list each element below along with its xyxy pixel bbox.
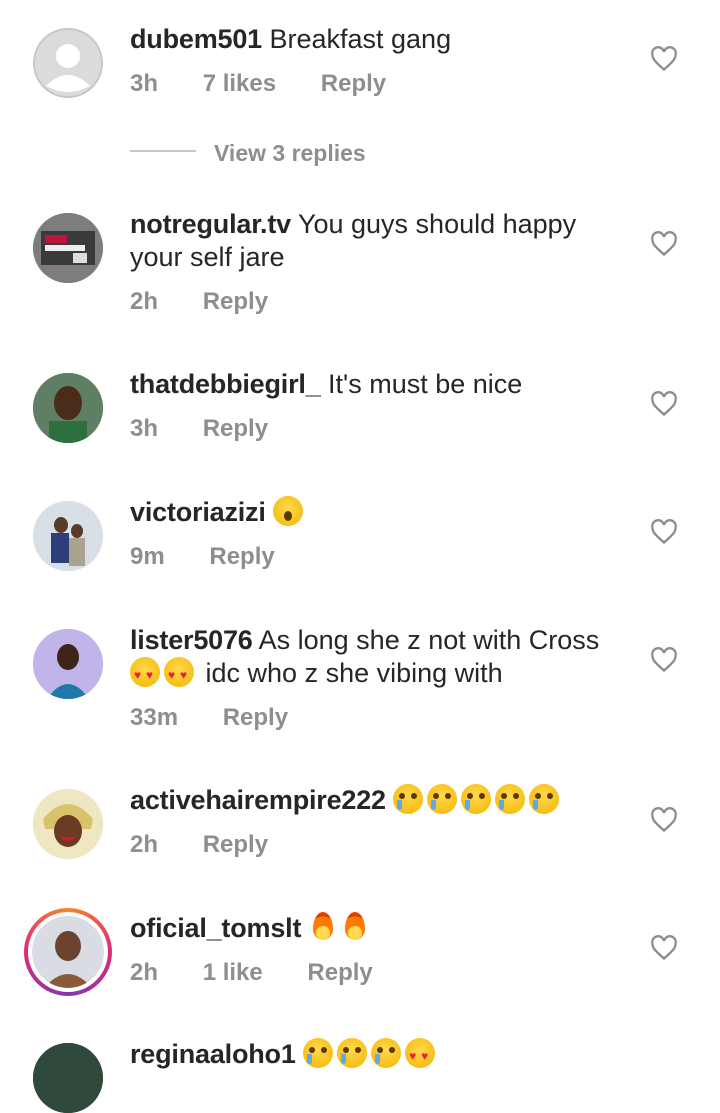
timestamp: 3h <box>130 415 159 442</box>
comment-text: thatdebbiegirl_ It's must be nice <box>130 368 630 401</box>
crying-face-icon <box>461 784 492 814</box>
heart-outline-icon[interactable] <box>650 807 678 833</box>
timestamp: 33m <box>130 704 179 731</box>
comment-meta: 9m Reply <box>130 543 313 571</box>
heart-outline-icon[interactable] <box>650 46 678 72</box>
avatar[interactable] <box>33 501 103 571</box>
divider <box>130 150 196 152</box>
username[interactable]: dubem501 <box>130 24 262 54</box>
reply-button[interactable]: Reply <box>203 831 268 858</box>
reply-button[interactable]: Reply <box>321 70 386 97</box>
comment-body: It's must be nice <box>328 369 523 399</box>
fire-icon <box>341 912 369 942</box>
comment-text: victoriazizi <box>130 496 630 529</box>
timestamp: 9m <box>130 543 165 570</box>
avatar-image <box>32 916 104 988</box>
fire-icon <box>309 912 337 942</box>
comment-body: Breakfast gang <box>269 24 452 54</box>
heart-outline-icon[interactable] <box>650 231 678 257</box>
reply-button[interactable]: Reply <box>203 288 268 315</box>
heart-eyes-face-icon <box>405 1038 436 1073</box>
comment-body: As long she z not with Cross <box>258 625 600 655</box>
comment-meta: 3h 7 likes Reply <box>130 70 424 98</box>
avatar[interactable] <box>33 789 103 859</box>
username[interactable]: activehairempire222 <box>130 785 386 815</box>
tears-of-joy-face-icon <box>303 1038 334 1068</box>
avatar-image <box>33 373 103 443</box>
crying-face-icon <box>529 784 560 814</box>
tears-of-joy-face-icon <box>337 1038 368 1068</box>
avatar[interactable] <box>33 373 103 443</box>
heart-outline-icon[interactable] <box>650 519 678 545</box>
reply-button[interactable]: Reply <box>223 704 288 731</box>
comment-text: oficial_tomslt <box>130 912 630 945</box>
default-avatar-icon <box>33 28 103 98</box>
avatar <box>32 916 104 988</box>
comment-text: activehairempire222 <box>130 784 630 817</box>
comment-text: notregular.tv You guys should happy your… <box>130 208 630 274</box>
timestamp: 3h <box>130 70 159 97</box>
timestamp: 2h <box>130 959 159 986</box>
heart-eyes-face-icon <box>164 657 194 692</box>
avatar-image <box>33 789 103 859</box>
avatar[interactable] <box>33 629 103 699</box>
comment-meta: 33m Reply <box>130 704 326 732</box>
timestamp: 2h <box>130 288 159 315</box>
comment-meta: 2h Reply <box>130 288 306 316</box>
username[interactable]: thatdebbiegirl_ <box>130 369 321 399</box>
avatar[interactable] <box>33 213 103 283</box>
username[interactable]: reginaaloho1 <box>130 1039 296 1069</box>
username[interactable]: oficial_tomslt <box>130 913 301 943</box>
username[interactable]: lister5076 <box>130 625 253 655</box>
comment-text: reginaaloho1 <box>130 1038 630 1073</box>
tears-of-joy-face-icon <box>371 1038 402 1068</box>
likes-count[interactable]: 1 like <box>203 959 263 986</box>
comment-meta: 3h Reply <box>130 415 306 443</box>
avatar-image <box>33 629 103 699</box>
timestamp: 2h <box>130 831 159 858</box>
avatar-image <box>33 213 103 283</box>
view-replies-label[interactable]: View 3 replies <box>214 140 366 167</box>
comment-text: lister5076 As long she z not with Cross … <box>130 624 630 692</box>
comment-meta: 2h 1 like Reply <box>130 959 411 987</box>
reply-button[interactable]: Reply <box>203 415 268 442</box>
username[interactable]: victoriazizi <box>130 497 266 527</box>
comment-meta: 2h Reply <box>130 831 306 859</box>
astonished-face-icon <box>273 496 304 526</box>
avatar-image <box>33 501 103 571</box>
crying-face-icon <box>393 784 424 814</box>
likes-count[interactable]: 7 likes <box>203 70 276 97</box>
heart-eyes-face-icon <box>130 657 160 692</box>
heart-outline-icon[interactable] <box>650 391 678 417</box>
heart-outline-icon[interactable] <box>650 935 678 961</box>
avatar[interactable] <box>33 1043 103 1113</box>
reply-button[interactable]: Reply <box>307 959 372 986</box>
comment-text: dubem501 Breakfast gang <box>130 23 630 56</box>
crying-face-icon <box>427 784 458 814</box>
crying-face-icon <box>495 784 526 814</box>
username[interactable]: notregular.tv <box>130 209 291 239</box>
comment-body-continued: idc who z she vibing with <box>205 658 503 688</box>
avatar[interactable] <box>33 28 103 98</box>
avatar-image <box>33 1043 103 1113</box>
reply-button[interactable]: Reply <box>209 543 274 570</box>
heart-outline-icon[interactable] <box>650 647 678 673</box>
avatar-story-ring[interactable] <box>24 908 112 996</box>
